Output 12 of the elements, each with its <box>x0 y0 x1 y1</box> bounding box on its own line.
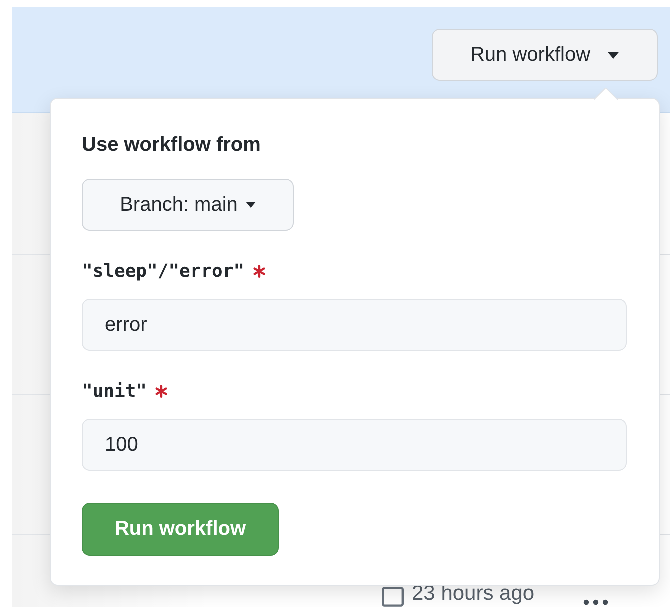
caret-icon <box>606 52 620 58</box>
field-label: "unit" <box>82 380 148 402</box>
input-field[interactable]: error <box>82 299 627 351</box>
run-workflow-button[interactable]: Run workflow <box>432 29 658 81</box>
popover-title: Use workflow from <box>82 133 262 157</box>
caret-icon <box>246 202 256 208</box>
calendar-icon <box>382 587 404 607</box>
branch-dropdown[interactable]: Branch: main <box>82 179 294 231</box>
field-label: "sleep"/"error" <box>82 260 245 282</box>
input-field[interactable]: 100 <box>82 419 627 471</box>
more-icon[interactable] <box>582 599 609 606</box>
timestamp: 23 hours ago <box>412 582 535 606</box>
